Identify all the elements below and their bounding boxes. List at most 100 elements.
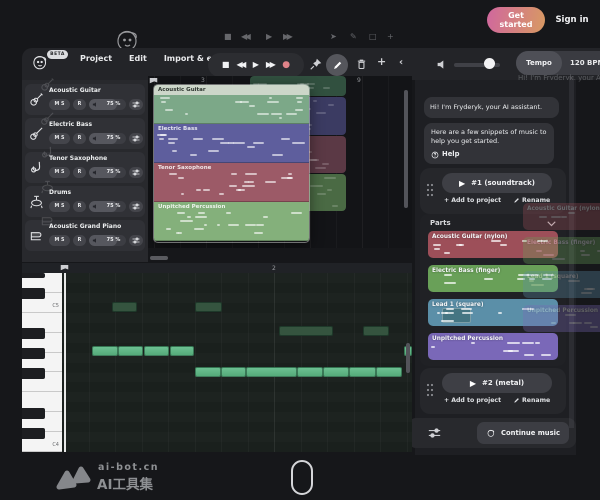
- note-dash: [187, 216, 192, 218]
- record-button[interactable]: ●: [282, 61, 290, 69]
- arrangement-clip[interactable]: Unpitched Percussion: [154, 202, 309, 241]
- record-arm-button[interactable]: R: [73, 235, 86, 246]
- black-key[interactable]: [22, 428, 45, 439]
- playhead-marker-icon[interactable]: [60, 264, 69, 272]
- midi-note[interactable]: [376, 367, 402, 377]
- midi-note[interactable]: [246, 367, 297, 377]
- black-key[interactable]: [22, 348, 45, 359]
- midi-note[interactable]: [323, 367, 349, 377]
- midi-note[interactable]: [92, 346, 118, 356]
- note-dash: [185, 113, 189, 115]
- black-key[interactable]: [22, 368, 45, 379]
- fast-forward-button[interactable]: ▶▶: [266, 61, 273, 69]
- tempo-control[interactable]: Tempo 120 BPM: [516, 51, 600, 75]
- note-dash: [160, 97, 170, 99]
- mute-solo-buttons[interactable]: M S: [49, 235, 70, 246]
- volume-slider-knob[interactable]: [484, 58, 495, 69]
- drag-handle-icon[interactable]: [426, 383, 434, 397]
- add-to-project-button[interactable]: + Add to project: [444, 397, 501, 404]
- volume-control[interactable]: 75 %: [89, 99, 126, 110]
- trash-icon[interactable]: [355, 57, 368, 71]
- midi-note[interactable]: [144, 346, 169, 356]
- volume-icon[interactable]: [436, 58, 449, 71]
- record-arm-button[interactable]: R: [73, 167, 86, 178]
- midi-note[interactable]: [221, 367, 246, 377]
- piano-roll-scrollbar[interactable]: [406, 343, 410, 373]
- note-dash: [196, 189, 201, 191]
- midi-note[interactable]: [363, 326, 389, 336]
- volume-control[interactable]: 75 %: [89, 133, 126, 144]
- record-arm-button[interactable]: R: [73, 201, 86, 212]
- midi-note[interactable]: [349, 367, 376, 377]
- grid-line: [115, 273, 116, 452]
- piano-roll[interactable]: 2 C5C4: [22, 263, 412, 452]
- pencil-tool-button[interactable]: [326, 54, 348, 76]
- add-track-button[interactable]: +: [377, 55, 386, 68]
- midi-note[interactable]: [297, 367, 323, 377]
- arrangement-clip[interactable]: Electric Bass: [154, 124, 309, 163]
- midi-note[interactable]: [170, 346, 194, 356]
- mute-solo-buttons[interactable]: M S: [49, 167, 70, 178]
- add-to-project-button[interactable]: + Add to project: [444, 197, 501, 204]
- track-card-5[interactable]: Acoustic Grand PianoM SR75 %: [25, 220, 145, 251]
- snippet-1-play-pill[interactable]: ▶ #1 (soundtrack): [442, 173, 552, 193]
- note-dash: [263, 216, 268, 218]
- playhead-line: [64, 273, 66, 452]
- sign-in-button[interactable]: Sign in: [549, 12, 595, 28]
- continue-music-button[interactable]: Continue music: [477, 422, 569, 444]
- clip-name: Acoustic Guitar: [154, 85, 309, 95]
- pin-icon[interactable]: [309, 57, 323, 71]
- mute-solo-buttons[interactable]: M S: [49, 99, 70, 110]
- black-key[interactable]: [22, 408, 45, 419]
- arrangement-area[interactable]: 3579Acoustic GuitarElectric BassTenor Sa…: [148, 76, 412, 248]
- stop-button[interactable]: ■: [222, 61, 230, 69]
- get-started-button[interactable]: Get started: [487, 7, 545, 33]
- play-button[interactable]: ▶: [253, 61, 259, 69]
- grid-line: [142, 273, 143, 452]
- note-dash: [178, 232, 181, 234]
- key-label: C5: [52, 303, 59, 309]
- horizontal-scrollbar[interactable]: [150, 256, 168, 260]
- part-item-4[interactable]: Unpitched Percussion: [428, 333, 558, 360]
- arrangement-scrollbar[interactable]: [404, 90, 408, 208]
- arrangement-clip[interactable]: Acoustic Guitar: [154, 85, 309, 124]
- midi-note[interactable]: [195, 367, 221, 377]
- volume-control[interactable]: 75 %: [89, 201, 126, 212]
- mute-solo-buttons[interactable]: M S: [49, 133, 70, 144]
- sliders-icon[interactable]: [428, 427, 441, 439]
- note-grid[interactable]: [62, 273, 412, 452]
- rewind-button[interactable]: ◀◀: [236, 61, 243, 69]
- track-options-button[interactable]: [129, 167, 143, 178]
- collapse-icon[interactable]: ‹: [399, 57, 403, 68]
- help-link[interactable]: Help: [431, 150, 547, 159]
- track-options-button[interactable]: [129, 99, 143, 110]
- record-arm-button[interactable]: R: [73, 99, 86, 110]
- note-dash: [434, 248, 440, 250]
- speaker-icon: [92, 237, 99, 244]
- midi-note[interactable]: [279, 326, 333, 336]
- midi-note[interactable]: [195, 302, 222, 312]
- dragged-clip-group[interactable]: Acoustic Guitar Electric BassTenor Saxoph…: [153, 84, 310, 243]
- black-key[interactable]: [22, 288, 45, 299]
- menu-edit[interactable]: Edit: [129, 54, 147, 63]
- snippet-2-play-pill[interactable]: ▶ #2 (metal): [442, 373, 552, 393]
- midi-note[interactable]: [112, 302, 137, 312]
- volume-value: 75 %: [101, 99, 126, 110]
- note-dash: [324, 177, 336, 179]
- track-options-button[interactable]: [129, 133, 143, 144]
- black-key[interactable]: [22, 328, 45, 339]
- drag-handle-icon[interactable]: [426, 183, 434, 197]
- black-key[interactable]: [22, 273, 45, 278]
- arrangement-clip[interactable]: Tenor Saxophone: [154, 163, 309, 202]
- mute-solo-buttons[interactable]: M S: [49, 201, 70, 212]
- volume-control[interactable]: 75 %: [89, 167, 126, 178]
- rename-button[interactable]: Rename: [513, 397, 550, 404]
- piano-keys[interactable]: C5C4: [22, 273, 62, 452]
- menu-project[interactable]: Project: [80, 54, 112, 63]
- midi-note[interactable]: [118, 346, 143, 356]
- record-arm-button[interactable]: R: [73, 133, 86, 144]
- volume-control[interactable]: 75 %: [89, 235, 126, 246]
- track-options-button[interactable]: [129, 235, 143, 246]
- track-options-button[interactable]: [129, 201, 143, 212]
- part-name: Unpitched Percussion: [432, 336, 503, 342]
